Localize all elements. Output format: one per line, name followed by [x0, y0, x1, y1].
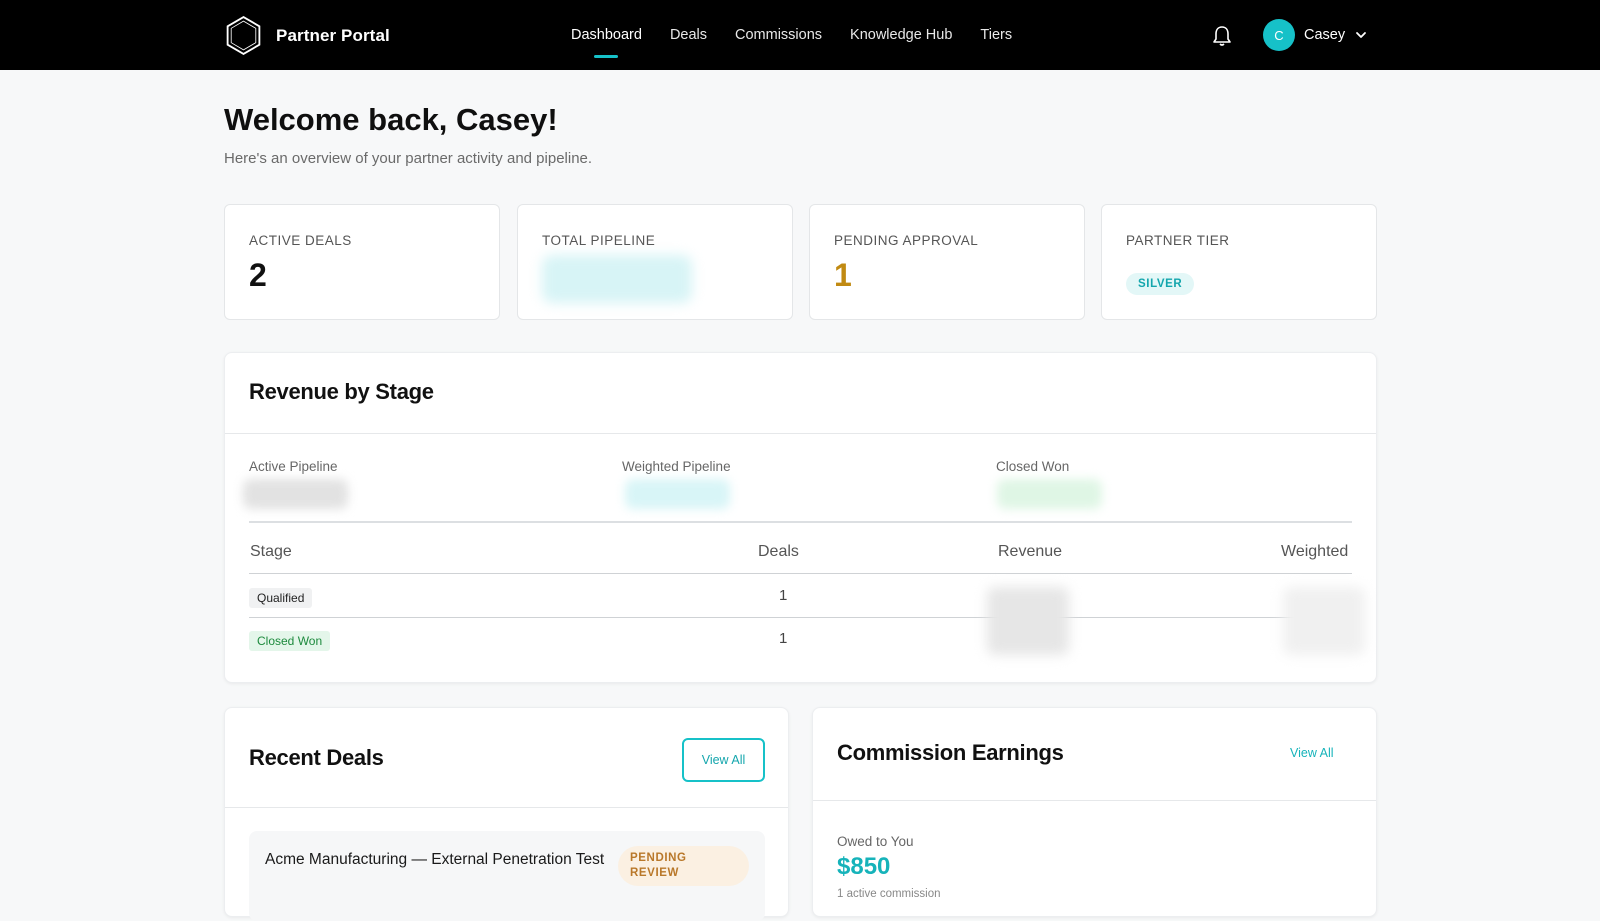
owed-value: $850 [837, 853, 891, 880]
nav-tiers[interactable]: Tiers [980, 27, 1012, 43]
stat-label: PENDING APPROVAL [834, 233, 979, 248]
page-subtitle: Here's an overview of your partner activ… [224, 150, 593, 167]
column-header-revenue[interactable]: Revenue [998, 543, 1062, 561]
stat-card-pending-approval: PENDING APPROVAL 1 [809, 204, 1085, 320]
redacted-value [542, 255, 692, 303]
divider [249, 617, 1352, 618]
brand-name: Partner Portal [276, 25, 390, 45]
stat-label: ACTIVE DEALS [249, 233, 352, 248]
stat-label: TOTAL PIPELINE [542, 233, 656, 248]
avatar: C [1263, 19, 1295, 51]
redacted-value [1283, 587, 1365, 655]
page-title: Welcome back, Casey! [224, 102, 558, 137]
divider [813, 800, 1376, 801]
active-pipeline-label: Active Pipeline [249, 459, 338, 474]
owed-label: Owed to You [837, 834, 914, 849]
tier-badge: SILVER [1126, 273, 1195, 295]
owed-subtext: 1 active commission [837, 888, 941, 900]
panel-title: Revenue by Stage [249, 379, 434, 404]
status-badge: PENDING REVIEW [618, 846, 749, 886]
stat-card-partner-tier: PARTNER TIER SILVER [1101, 204, 1377, 320]
redacted-value [987, 587, 1069, 655]
stat-value: 1 [834, 257, 852, 293]
revenue-by-stage-panel: Revenue by Stage Active Pipeline Weighte… [224, 352, 1377, 683]
divider [225, 433, 1376, 434]
main-nav: Dashboard Deals Commissions Knowledge Hu… [571, 0, 1012, 70]
list-item[interactable]: Acme Manufacturing — External Penetratio… [249, 831, 765, 921]
user-menu[interactable]: C Casey [1263, 19, 1368, 51]
view-all-commissions-link[interactable]: View All [1290, 746, 1334, 760]
deal-count: 1 [779, 587, 788, 604]
top-navbar: Partner Portal Dashboard Deals Commissio… [0, 0, 1600, 70]
commission-earnings-panel: Commission Earnings View All Owed to You… [812, 707, 1377, 917]
closed-won-label: Closed Won [996, 459, 1070, 474]
view-all-deals-button[interactable]: View All [682, 738, 765, 782]
weighted-pipeline-label: Weighted Pipeline [622, 459, 731, 474]
brand[interactable]: Partner Portal [223, 15, 390, 56]
deal-title: Acme Manufacturing — External Penetratio… [265, 851, 605, 868]
divider [225, 807, 788, 808]
redacted-value [997, 479, 1102, 509]
stat-card-total-pipeline: TOTAL PIPELINE [517, 204, 793, 320]
panel-title: Commission Earnings [837, 740, 1064, 765]
nav-deals[interactable]: Deals [670, 27, 707, 43]
bell-icon[interactable] [1212, 25, 1232, 47]
redacted-value [625, 479, 730, 509]
stat-label: PARTNER TIER [1126, 233, 1230, 248]
nav-dashboard[interactable]: Dashboard [571, 27, 642, 43]
chevron-down-icon [1356, 32, 1367, 38]
stage-badge-qualified: Qualified [249, 588, 313, 608]
nav-commissions[interactable]: Commissions [735, 27, 822, 43]
column-header-deals[interactable]: Deals [758, 543, 799, 561]
divider [249, 521, 1352, 523]
deal-count: 1 [779, 630, 788, 647]
stage-badge-closed-won: Closed Won [249, 631, 331, 651]
nav-knowledge-hub[interactable]: Knowledge Hub [850, 27, 952, 43]
column-header-stage[interactable]: Stage [250, 543, 292, 561]
redacted-value [243, 479, 348, 509]
divider [249, 573, 1352, 574]
column-header-weighted[interactable]: Weighted [1281, 543, 1348, 561]
user-name: Casey [1304, 27, 1346, 43]
panel-title: Recent Deals [249, 745, 384, 770]
recent-deals-panel: Recent Deals View All Acme Manufacturing… [224, 707, 789, 921]
stat-card-active-deals: ACTIVE DEALS 2 [224, 204, 500, 320]
stat-value: 2 [249, 257, 267, 293]
breachcraft-logo-icon [226, 15, 261, 56]
